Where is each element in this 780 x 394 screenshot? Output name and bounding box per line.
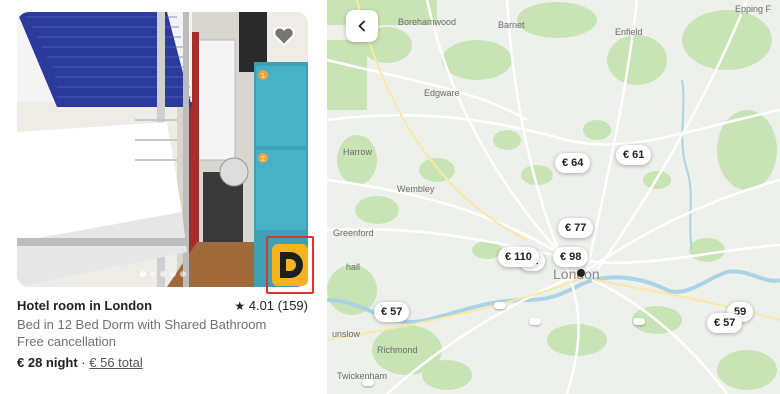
photo-dot[interactable] [169, 271, 176, 277]
map-label-greenford: Greenford [333, 228, 374, 238]
photo-dot[interactable] [179, 271, 186, 277]
price-pin[interactable]: € 110 [498, 247, 539, 267]
map-label-enfield: Enfield [615, 27, 643, 37]
listing-title: Hotel room in London [17, 298, 153, 313]
dorm-room-image: 12 [17, 12, 308, 287]
star-icon: ★ [234, 299, 246, 313]
listing-subtitle: Bed in 12 Bed Dorm with Shared Bathroom [17, 317, 267, 332]
mini-pin[interactable] [529, 318, 541, 325]
mini-pin[interactable] [362, 379, 374, 386]
mini-pin[interactable] [633, 318, 645, 325]
host-brand-logo [272, 244, 308, 286]
price-pin[interactable]: € 57 [707, 313, 743, 333]
map-label-wembley: Wembley [397, 184, 435, 194]
listing-photo[interactable]: 12 [17, 12, 308, 287]
map-label-hounslow: unslow [332, 329, 361, 339]
price-pin[interactable]: € 64 [555, 153, 591, 173]
map-label-hall: hall [346, 262, 361, 272]
highlighted-logo-region [266, 236, 314, 294]
price-pin[interactable]: € 57 [374, 302, 410, 322]
mini-pin[interactable] [494, 302, 506, 309]
price-per-night: € 28 night [17, 355, 78, 370]
map-label-barnet: Barnet [498, 20, 525, 30]
search-results-map[interactable]: Borehamwood Barnet Enfield Epping F Edgw… [327, 0, 780, 394]
listing-location-marker [577, 269, 585, 277]
map-tiles [327, 0, 780, 394]
rating-value: 4.01 (159) [248, 298, 308, 313]
listing-rating: ★ 4.01 (159) [234, 298, 308, 313]
map-label-harrow: Harrow [343, 147, 373, 157]
map-label-edgware: Edgware [424, 88, 460, 98]
price-total-link[interactable]: € 56 total [89, 355, 143, 370]
photo-dot[interactable] [139, 271, 146, 277]
favorite-heart-icon[interactable] [272, 24, 296, 48]
map-label-epping: Epping F [735, 4, 772, 14]
map-label-richmond: Richmond [377, 345, 418, 355]
locker-number: 1 [261, 73, 265, 80]
price-pin[interactable]: € 61 [616, 145, 652, 165]
chevron-left-icon [358, 20, 365, 32]
cancellation-policy: Free cancellation [17, 334, 116, 349]
photo-dot[interactable] [159, 271, 166, 277]
photo-pagination-dots [17, 271, 308, 277]
price-separator: · [77, 355, 90, 370]
listing-card[interactable]: 12 Hotel room in London ★ 4.01 (159) Bed… [0, 0, 326, 394]
map-back-button[interactable] [346, 10, 378, 42]
price-pin[interactable]: € 98 [553, 247, 589, 267]
map-label-borehamwood: Borehamwood [398, 17, 457, 27]
price-pin[interactable]: € 77 [558, 218, 594, 238]
price-line: € 28 night · € 56 total [17, 355, 143, 370]
locker-number: 2 [261, 156, 265, 163]
photo-dot[interactable] [149, 271, 156, 277]
